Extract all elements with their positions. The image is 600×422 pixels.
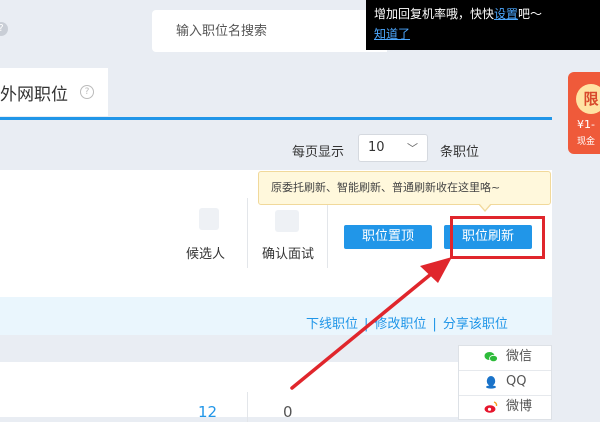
annotation-arrow	[290, 257, 452, 390]
